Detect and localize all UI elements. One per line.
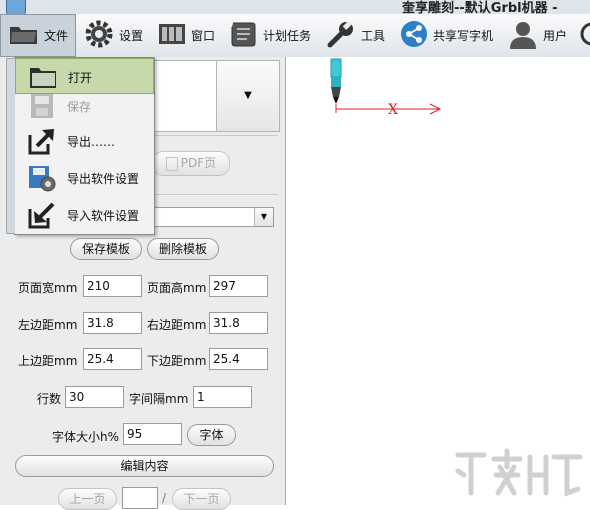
main-toolbar: 文件 设置 窗口 计划任务 工具 共享写字机 用户 (0, 14, 590, 58)
toolbar-share-label: 共享写字机 (433, 29, 494, 43)
margin-bottom-label: 下边距mm (147, 354, 207, 368)
dropdown-arrow-icon: ▼ (244, 90, 252, 101)
toolbar-schedule-button[interactable]: 计划任务 (228, 14, 311, 57)
menu-side-stripe (6, 58, 15, 234)
toolbar-file-label: 文件 (44, 29, 69, 43)
margin-bottom-input[interactable]: 25.4 (209, 348, 268, 370)
menu-item-import-settings-label: 导入软件设置 (67, 209, 140, 223)
margin-top-input[interactable]: 25.4 (83, 348, 142, 370)
save-template-button[interactable]: 保存模板 (70, 238, 142, 260)
page-width-input[interactable]: 210 (83, 275, 142, 297)
wrench-icon (326, 19, 356, 52)
page-separator: / (162, 491, 167, 505)
page-height-label: 页面高mm (147, 281, 207, 295)
watermark-logo (450, 445, 590, 505)
delete-template-button[interactable]: 删除模板 (147, 238, 219, 260)
window-icon (158, 22, 186, 49)
menu-item-import-settings[interactable]: 导入软件设置 (15, 197, 154, 233)
font-size-label: 字体大小h% (52, 430, 120, 444)
share-icon (400, 20, 428, 51)
template-select[interactable]: ▼ (150, 207, 274, 227)
canvas-drawing: X (330, 58, 442, 118)
char-spacing-input[interactable]: 1 (193, 386, 252, 408)
divider (150, 194, 278, 195)
toolbar-window-label: 窗口 (191, 29, 216, 43)
scroll-icon (228, 19, 258, 52)
edit-content-button[interactable]: 编辑内容 (15, 455, 274, 477)
template-dropdown-button[interactable]: ▼ (216, 61, 279, 131)
page-height-input[interactable]: 297 (209, 275, 268, 297)
pdf-page-label: PDF页 (180, 156, 217, 170)
toolbar-share-button[interactable]: 共享写字机 (400, 14, 493, 57)
file-menu: 打开 保存 导出…… 导出软件设置 导入软件设置 (6, 57, 155, 235)
pdf-icon (165, 156, 178, 171)
toolbar-user-label: 用户 (543, 29, 568, 43)
menu-item-open-label: 打开 (68, 71, 93, 85)
font-button[interactable]: 字体 (187, 424, 236, 446)
font-size-input[interactable]: 95 (123, 423, 182, 445)
page-width-label: 页面宽mm (18, 281, 78, 295)
menu-item-save-label: 保存 (67, 100, 92, 114)
toolbar-settings-label: 设置 (119, 29, 144, 43)
gear-icon (84, 19, 114, 52)
drawing-canvas[interactable]: X (286, 57, 590, 505)
toolbar-schedule-label: 计划任务 (263, 29, 312, 43)
toolbar-file-button[interactable]: 文件 (0, 14, 76, 57)
toolbar-user-button[interactable]: 用户 (508, 14, 567, 57)
user-icon (508, 19, 538, 52)
toolbar-tools-label: 工具 (361, 29, 386, 43)
pen-icon (330, 58, 342, 104)
menu-item-save[interactable]: 保存 (15, 88, 154, 124)
margin-left-input[interactable]: 31.8 (83, 312, 142, 334)
menu-item-export-label: 导出…… (67, 135, 116, 149)
import-arrow-icon (27, 201, 57, 229)
title-bar: 奎享雕刻--默认Grbl机器 - (0, 0, 590, 16)
margin-right-label: 右边距mm (147, 318, 207, 332)
template-preview-box: ▼ (150, 60, 280, 132)
margin-left-label: 左边距mm (18, 318, 78, 332)
x-axis-label: X (388, 102, 398, 118)
rows-input[interactable]: 30 (65, 386, 124, 408)
prev-page-button[interactable]: 上一页 (58, 488, 117, 510)
menu-item-export[interactable]: 导出…… (15, 123, 154, 159)
export-arrow-icon (27, 127, 57, 155)
margin-right-input[interactable]: 31.8 (209, 312, 268, 334)
toolbar-window-button[interactable]: 窗口 (158, 14, 215, 57)
toolbar-tools-button[interactable]: 工具 (326, 14, 385, 57)
toolbar-more-button[interactable] (578, 14, 590, 57)
pdf-page-button[interactable]: PDF页 (152, 151, 230, 176)
menu-item-export-settings[interactable]: 导出软件设置 (15, 160, 154, 196)
page-number-input[interactable] (122, 487, 158, 509)
folder-open-icon (28, 63, 58, 91)
folder-icon (9, 23, 39, 48)
floppy-disk-icon (27, 92, 57, 120)
next-page-button[interactable]: 下一页 (172, 488, 231, 510)
toolbar-settings-button[interactable]: 设置 (84, 14, 143, 57)
char-spacing-label: 字间隔mm (129, 392, 189, 406)
floppy-gear-icon (27, 164, 57, 192)
margin-top-label: 上边距mm (18, 354, 78, 368)
chevron-down-icon: ▼ (254, 208, 273, 226)
ring-icon (578, 21, 590, 50)
divider (150, 135, 278, 136)
menu-item-export-settings-label: 导出软件设置 (67, 172, 140, 186)
rows-label: 行数 (37, 392, 62, 406)
